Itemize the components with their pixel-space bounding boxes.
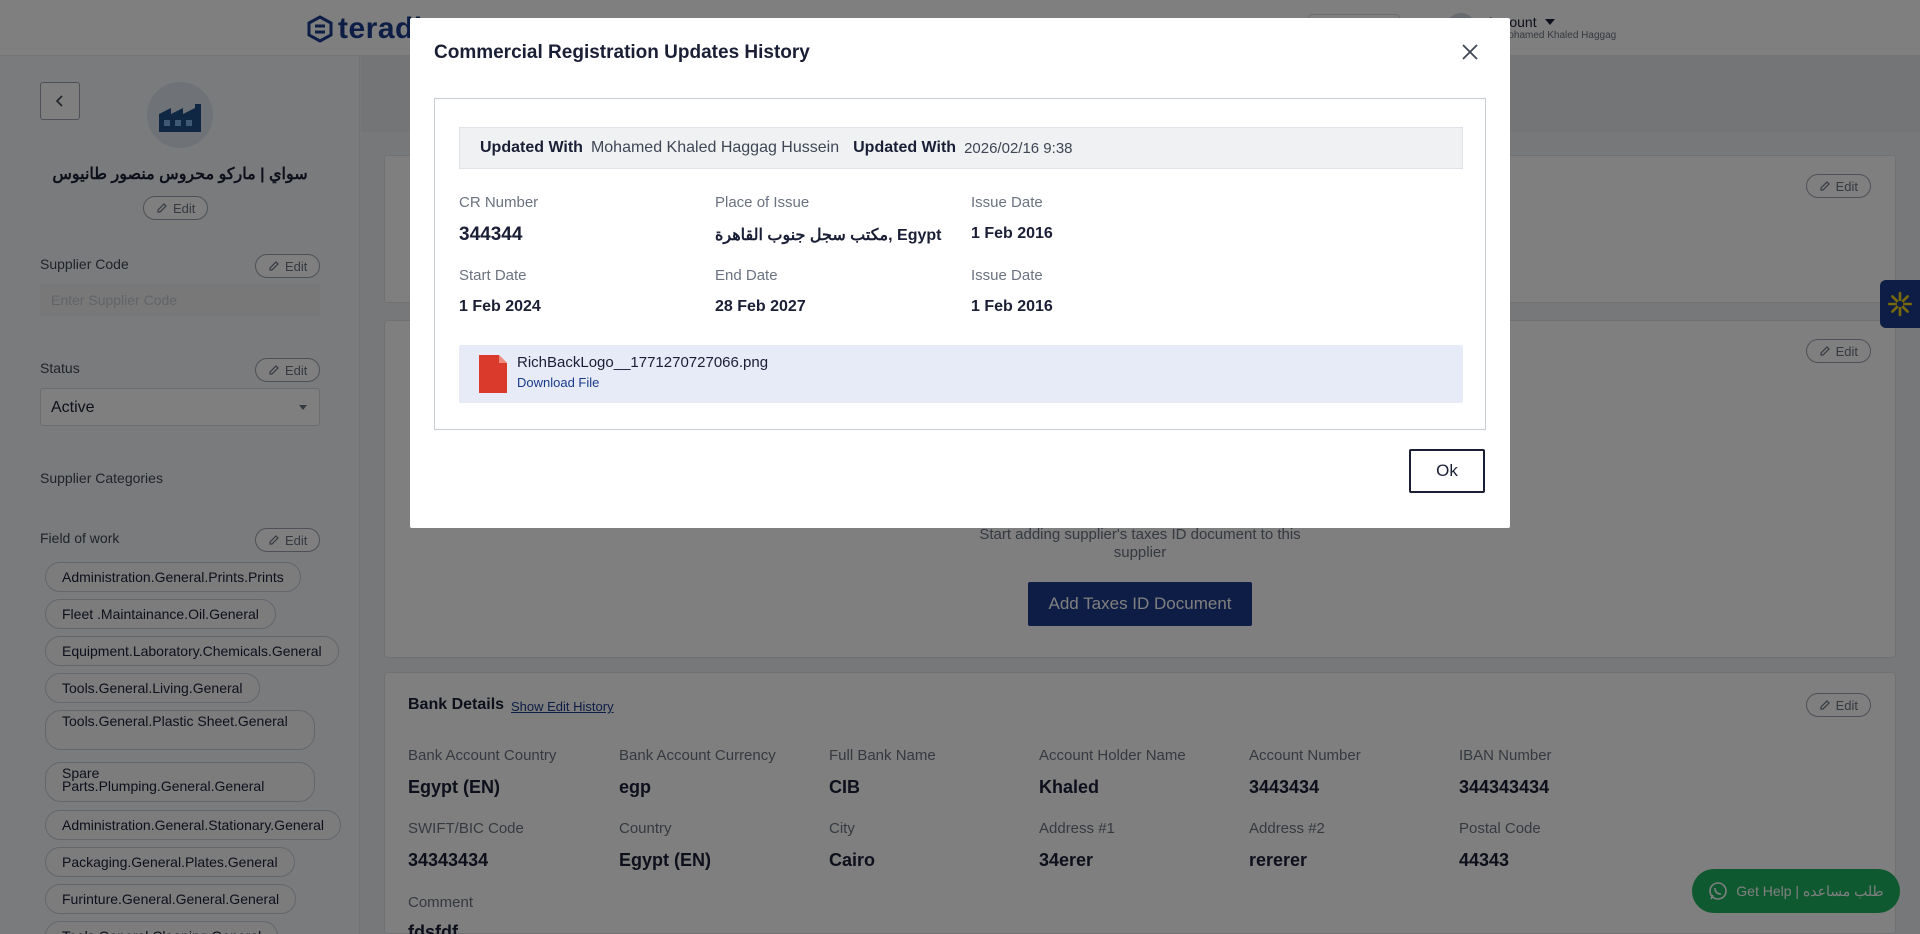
end-date-label: End Date [715,267,778,284]
end-date-value: 28 Feb 2027 [715,298,806,315]
start-date-value: 1 Feb 2024 [459,298,541,315]
updated-with-bar: Updated With Mohamed Khaled Haggag Husse… [459,127,1463,169]
file-icon [479,355,507,393]
close-button[interactable] [1458,40,1482,64]
ok-button[interactable]: Ok [1409,449,1485,493]
cr-updates-history-modal: Commercial Registration Updates History … [410,18,1510,528]
issue-date-value: 1 Feb 2016 [971,225,1053,242]
updated-by-value: Mohamed Khaled Haggag Hussein [590,139,840,156]
cr-number-value: 344344 [459,224,523,245]
cr-number-label: CR Number [459,194,539,211]
modal-title: Commercial Registration Updates History [434,42,810,63]
updated-timestamp: 2026/02/16 9:38 [964,139,1073,157]
issue-date-label: Issue Date [971,194,1043,211]
file-name: RichBackLogo__1771270727066.png [517,354,769,371]
updated-with-label: Updated With [480,139,583,156]
close-icon [1462,44,1478,60]
place-of-issue-label: Place of Issue [715,194,810,211]
issue-date-label: Issue Date [971,267,1043,284]
download-file-link[interactable]: Download File [517,375,599,390]
start-date-label: Start Date [459,267,527,284]
attached-file: RichBackLogo__1771270727066.png Download… [459,345,1463,403]
issue-date-value: 1 Feb 2016 [971,298,1053,315]
updated-with-label: Updated With [853,139,957,156]
history-entry: Updated With Mohamed Khaled Haggag Husse… [434,98,1486,430]
place-of-issue-value: مكتب سجل جنوب القاهرة, Egypt [715,227,942,244]
